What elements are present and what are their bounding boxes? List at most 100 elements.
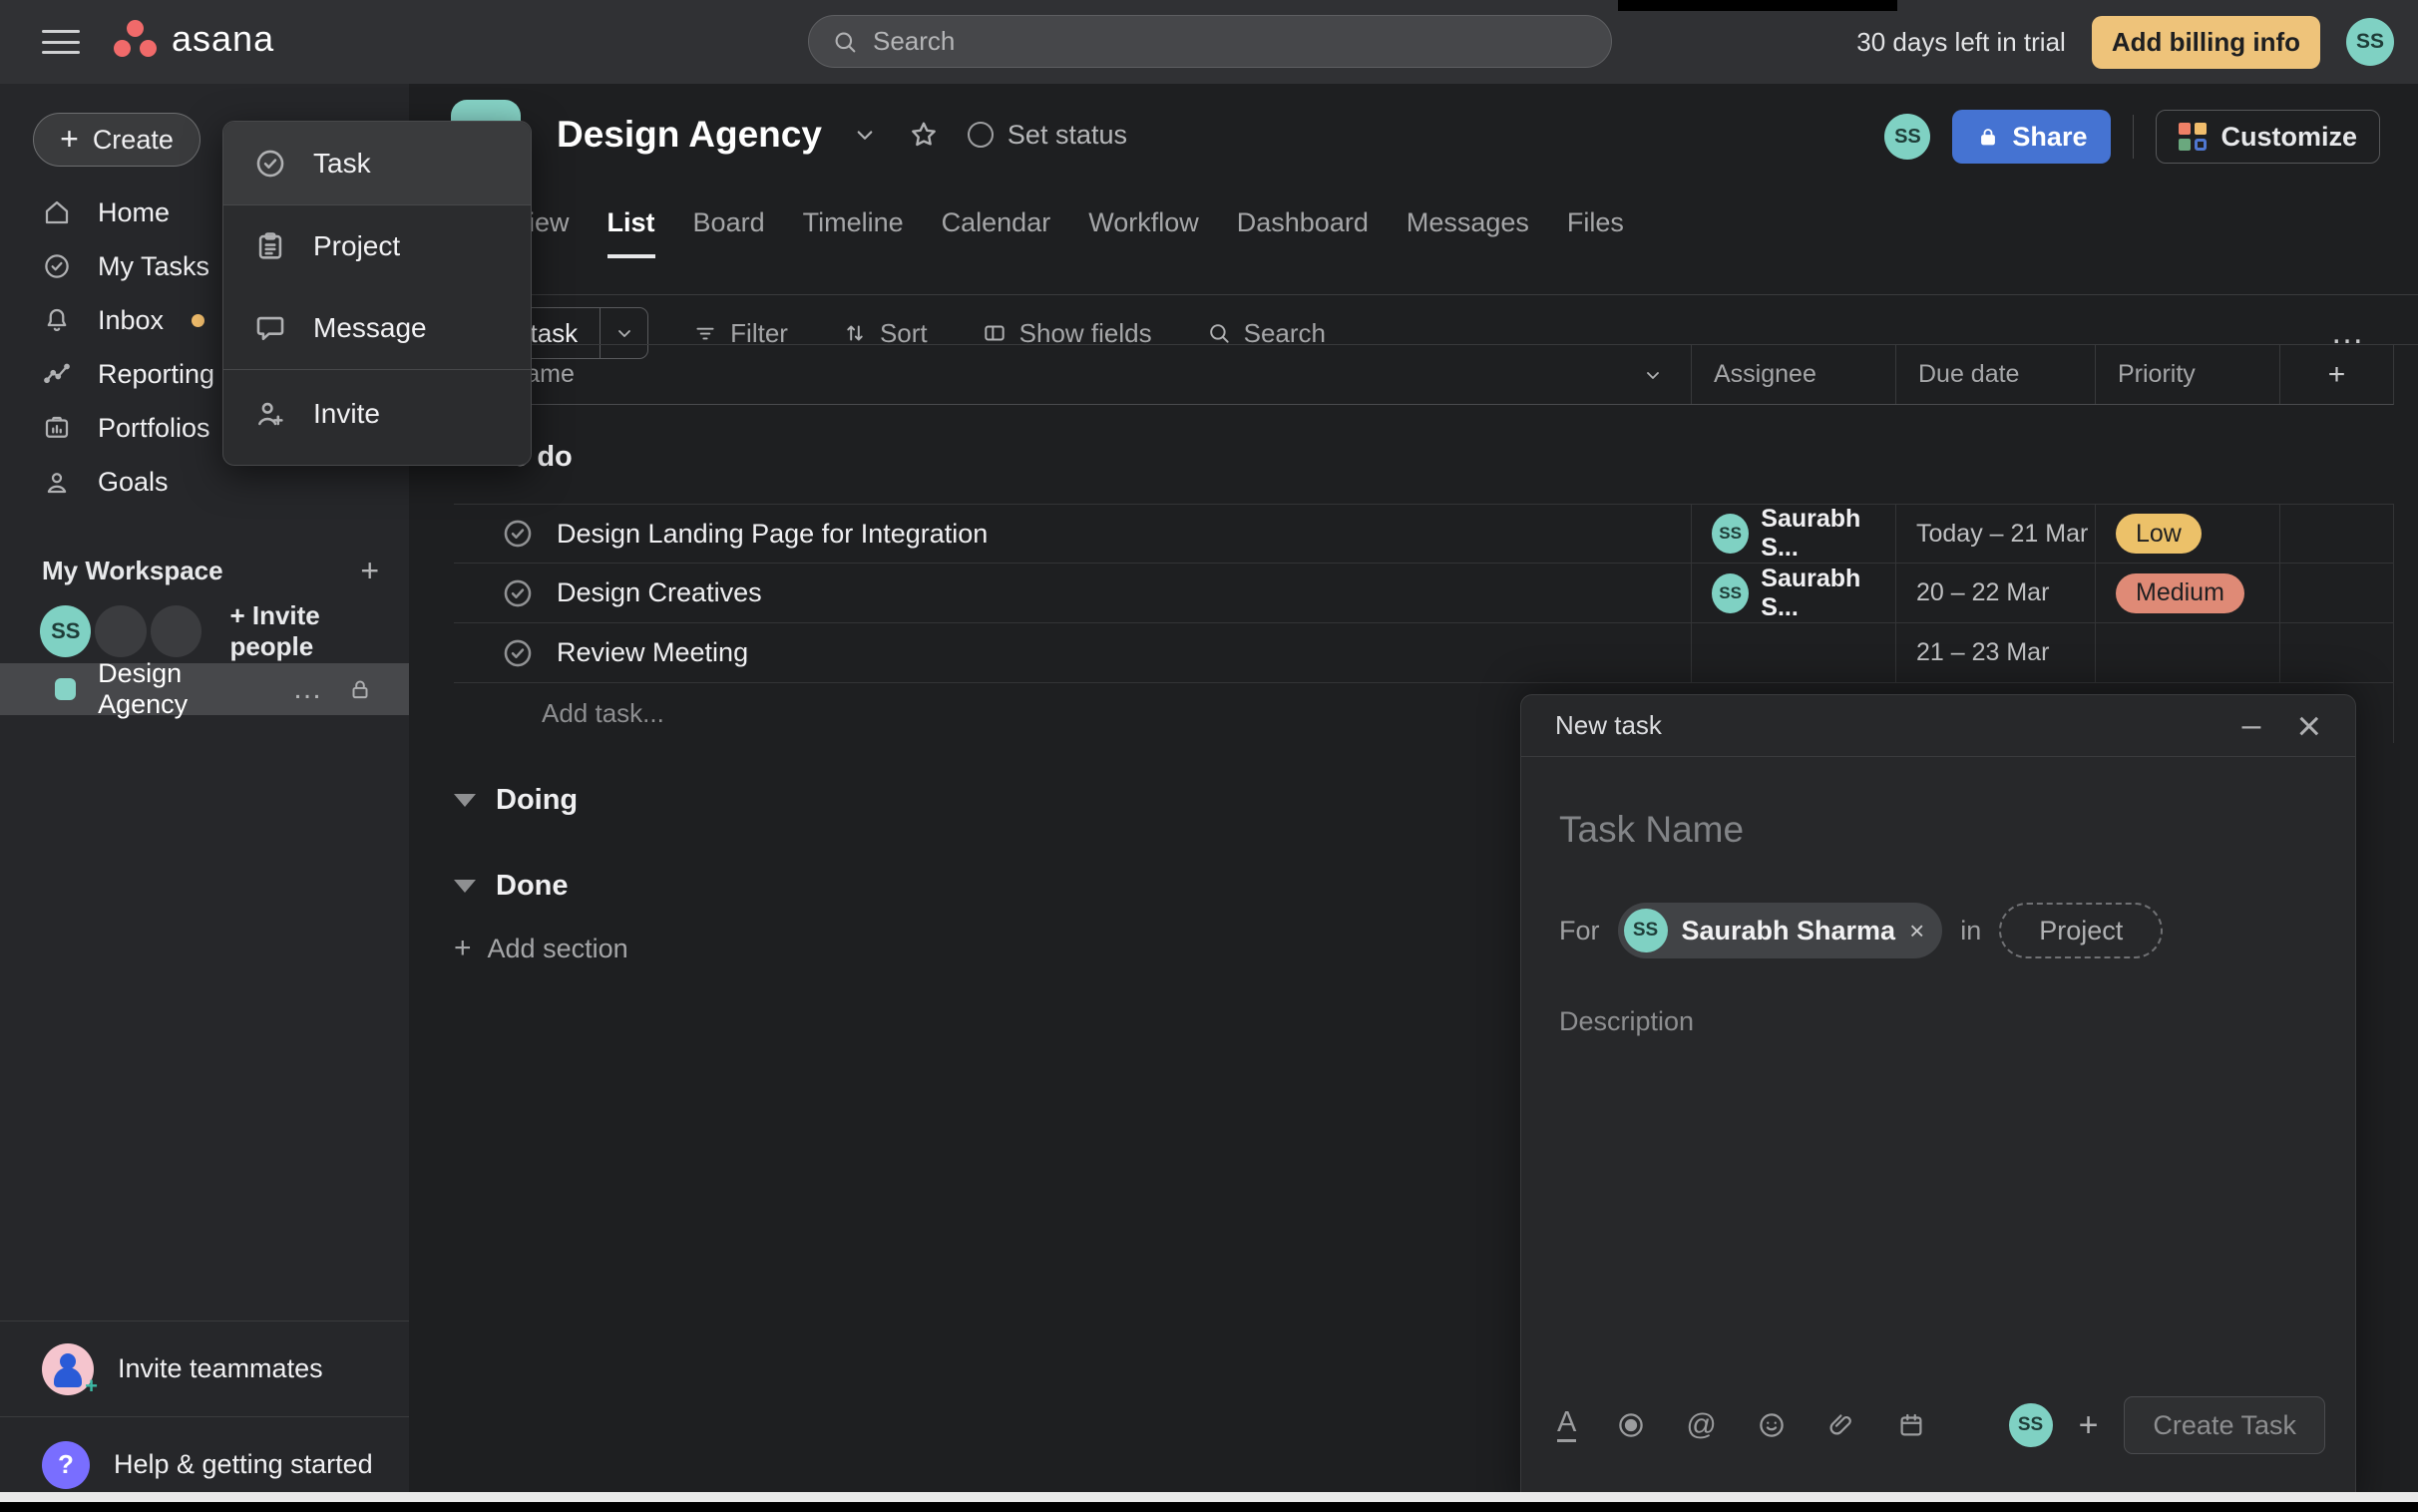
create-button[interactable]: + Create xyxy=(33,113,201,167)
add-column-button[interactable]: + xyxy=(2279,345,2393,404)
task-name-cell[interactable]: Design Landing Page for Integration xyxy=(454,505,1691,563)
menu-item-invite[interactable]: Invite xyxy=(223,369,531,457)
creator-avatar[interactable]: SS xyxy=(2009,1403,2053,1447)
priority-cell[interactable] xyxy=(2095,623,2279,682)
view-tabs: Overview List Board Timeline Calendar Wo… xyxy=(457,207,1624,258)
description-field[interactable]: Description xyxy=(1559,1006,2317,1037)
close-icon[interactable]: × xyxy=(2296,713,2321,738)
menu-item-message[interactable]: Message xyxy=(223,287,531,369)
set-status-button[interactable]: Set status xyxy=(968,120,1127,151)
assignee-avatar: SS xyxy=(1712,514,1749,554)
member-avatar[interactable]: SS xyxy=(40,605,91,657)
asana-logo-icon xyxy=(112,16,160,62)
sidebar-item-design-agency[interactable]: Design Agency … xyxy=(0,663,409,715)
person-icon xyxy=(42,467,72,497)
chevron-down-icon[interactable] xyxy=(850,120,880,150)
check-circle-icon[interactable] xyxy=(501,576,535,610)
due-date: 20 – 22 Mar xyxy=(1916,578,2049,607)
menu-item-label: Task xyxy=(313,148,371,180)
asana-logo[interactable]: asana xyxy=(112,16,274,62)
remove-assignee-icon[interactable]: × xyxy=(1909,916,1924,946)
global-search[interactable] xyxy=(808,15,1612,68)
tab-board[interactable]: Board xyxy=(693,207,765,258)
customize-button[interactable]: Customize xyxy=(2156,110,2380,164)
due-date-cell[interactable]: 21 – 23 Mar xyxy=(1895,623,2095,682)
attachment-icon[interactable] xyxy=(1826,1410,1856,1440)
tab-calendar[interactable]: Calendar xyxy=(942,207,1051,258)
assignee-cell[interactable]: SS Saurabh S... xyxy=(1691,505,1895,563)
record-icon[interactable] xyxy=(1616,1410,1646,1440)
chevron-down-icon[interactable] xyxy=(1641,363,1665,387)
project-more-icon[interactable]: … xyxy=(292,672,325,706)
assignee-avatar: SS xyxy=(1624,909,1668,952)
priority-cell[interactable]: Low xyxy=(2095,505,2279,563)
invite-teammates-label: Invite teammates xyxy=(118,1353,323,1384)
tab-messages[interactable]: Messages xyxy=(1407,207,1529,258)
minimize-icon[interactable]: – xyxy=(2242,717,2261,734)
table-row[interactable]: Design Creatives SS Saurabh S... 20 – 22… xyxy=(454,564,2393,623)
tab-timeline[interactable]: Timeline xyxy=(803,207,904,258)
more-options-icon[interactable]: … xyxy=(2330,326,2368,340)
assignee-cell[interactable]: SS Saurabh S... xyxy=(1691,564,1895,622)
folder-chart-icon xyxy=(42,413,72,443)
emoji-icon[interactable] xyxy=(1757,1410,1787,1440)
priority-cell[interactable]: Medium xyxy=(2095,564,2279,622)
collapse-triangle-icon[interactable] xyxy=(454,794,476,807)
sidebar-item-label: Home xyxy=(98,197,170,228)
due-date-cell[interactable]: 20 – 22 Mar xyxy=(1895,564,2095,622)
dialog-header: New task – × xyxy=(1521,695,2355,757)
table-row[interactable]: Review Meeting 21 – 23 Mar xyxy=(454,623,2393,683)
tab-files[interactable]: Files xyxy=(1567,207,1624,258)
calendar-icon[interactable] xyxy=(1896,1410,1926,1440)
customize-grid-icon xyxy=(2179,123,2207,151)
search-input[interactable] xyxy=(873,26,1589,57)
member-avatar-placeholder xyxy=(151,605,202,657)
assignee-name: Saurabh S... xyxy=(1761,565,1895,622)
task-name-field[interactable]: Task Name xyxy=(1559,809,2317,851)
add-billing-info-button[interactable]: Add billing info xyxy=(2092,16,2320,69)
table-row[interactable]: Design Landing Page for Integration SS S… xyxy=(454,504,2393,564)
tab-list[interactable]: List xyxy=(607,207,655,258)
tab-dashboard[interactable]: Dashboard xyxy=(1237,207,1369,258)
collapse-triangle-icon[interactable] xyxy=(454,880,476,893)
column-assignee[interactable]: Assignee xyxy=(1691,345,1895,404)
collaborator-avatar[interactable]: SS xyxy=(1884,114,1930,160)
check-circle-icon[interactable] xyxy=(501,517,535,551)
star-icon[interactable] xyxy=(908,119,940,151)
project-name: Design Agency xyxy=(98,658,270,720)
task-name: Design Creatives xyxy=(557,577,762,608)
menu-item-project[interactable]: Project xyxy=(223,205,531,287)
mention-icon[interactable]: @ xyxy=(1686,1408,1716,1442)
create-task-button[interactable]: Create Task xyxy=(2124,1396,2325,1454)
in-label: in xyxy=(1960,916,1981,946)
share-button[interactable]: Share xyxy=(1952,110,2111,164)
project-picker[interactable]: Project xyxy=(1999,903,2163,958)
search-icon xyxy=(831,28,859,56)
dialog-actions: SS + Create Task xyxy=(2009,1396,2325,1454)
text-format-icon[interactable]: A xyxy=(1557,1408,1576,1442)
share-label: Share xyxy=(2012,122,2087,153)
due-date-cell[interactable]: Today – 21 Mar xyxy=(1895,505,2095,563)
user-avatar[interactable]: SS xyxy=(2346,18,2394,66)
app-window: asana 30 days left in trial Add billing … xyxy=(0,0,2418,1512)
task-name-cell[interactable]: Review Meeting xyxy=(454,623,1691,682)
column-priority[interactable]: Priority xyxy=(2095,345,2279,404)
invite-teammates-button[interactable]: + Invite teammates xyxy=(0,1321,409,1416)
invite-teammates-icon: + xyxy=(42,1343,94,1395)
add-section-button[interactable]: + Add section xyxy=(454,932,628,965)
section-doing[interactable]: Doing xyxy=(454,772,578,828)
invite-people-button[interactable]: + Invite people xyxy=(229,600,409,662)
check-circle-icon[interactable] xyxy=(501,636,535,670)
hamburger-menu-icon[interactable] xyxy=(42,24,80,60)
add-collaborator-icon[interactable]: + xyxy=(2079,1406,2099,1445)
task-name-cell[interactable]: Design Creatives xyxy=(454,564,1691,622)
assignee-chip[interactable]: SS Saurabh Sharma × xyxy=(1618,903,1943,958)
column-task-name[interactable]: Task name xyxy=(409,345,1691,404)
column-due-date[interactable]: Due date xyxy=(1895,345,2095,404)
menu-item-task[interactable]: Task xyxy=(223,122,531,205)
tab-workflow[interactable]: Workflow xyxy=(1088,207,1199,258)
assignee-cell[interactable] xyxy=(1691,623,1895,682)
customize-label: Customize xyxy=(2220,122,2357,153)
workspace-add-icon[interactable]: + xyxy=(360,553,379,589)
section-done[interactable]: Done xyxy=(454,858,569,914)
